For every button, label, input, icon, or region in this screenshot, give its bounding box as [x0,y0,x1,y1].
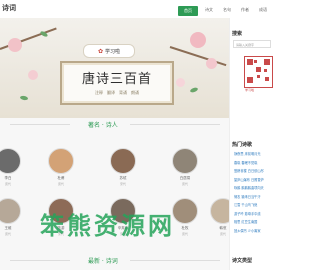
poet-card[interactable]: 苏轼 宋代 [105,148,141,186]
blossom-decoration [190,32,206,48]
banner-tag: 翻译 [107,90,115,95]
top-navbar: 诗词 首页 诗文 名句 作者 成语 [0,0,273,19]
banner-tags: 注释 翻译 背诵 朗诵 [62,90,172,96]
qr-code [244,56,273,88]
hot-poem-link[interactable]: 静夜思 床前明月光 [234,151,274,156]
search-heading: 搜索 [232,31,243,37]
blossom-decoration [8,38,22,52]
qr-label: 学习啦 [245,88,255,92]
nav-home[interactable]: 首页 [178,6,198,16]
divider [130,124,220,125]
avatar [0,198,21,224]
banner-tag: 朗诵 [131,90,139,95]
banner-title: 唐诗三百首 [81,72,152,87]
poet-name: 白居易 [179,176,191,180]
poet-name: 王维 [4,226,12,230]
nav-idioms[interactable]: 成语 [256,6,270,16]
poet-dynasty: 唐代 [181,182,188,186]
poet-card[interactable]: 李白 唐代 [0,148,26,186]
nav-poems[interactable]: 诗文 [202,6,216,16]
poet-name: 苏轼 [119,176,127,180]
flower-icon: ✿ [97,47,103,55]
hot-poem-link[interactable]: 相思 红豆生南国 [234,219,274,224]
hot-poem-link[interactable]: 江雪 千山鸟飞绝 [234,202,274,207]
poet-card[interactable]: 王维 唐代 [0,198,26,236]
watermark-text: 笨熊资源网 [40,212,175,240]
hot-poems-heading: 热门诗歌 [232,142,253,148]
hot-poem-link[interactable]: 悯农 锄禾日当午汗 [234,194,274,199]
hot-poem-link[interactable]: 登鹳雀楼 白日依山尽 [234,168,274,173]
blossom-decoration [28,70,38,80]
avatar [110,148,136,174]
avatar [172,198,198,224]
poet-name: 李白 [4,176,12,180]
avatar [0,148,21,174]
divider [130,260,220,261]
nav-quotes[interactable]: 名句 [220,6,234,16]
hot-poem-link[interactable]: 回乡偶书 少小离家 [234,228,274,233]
nav-authors[interactable]: 作者 [238,6,252,16]
qr-code-icon [247,59,270,83]
hot-poems-list: 静夜思 床前明月光 春晓 春眠不觉晓 登鹳雀楼 白日依山尽 望庐山瀑布 日照香炉… [234,151,274,236]
banner-tag: 注释 [95,90,103,95]
branch-decoration [169,46,227,67]
avatar [172,148,198,174]
hot-poem-link[interactable]: 咏鹅 鹅鹅鹅曲项向天 [234,185,274,190]
latest-section-title: 最新 · 诗词 [88,258,118,265]
poet-card[interactable]: 白居易 唐代 [167,148,203,186]
avatar [48,148,74,174]
search-input[interactable]: 请输入关键字 [233,40,271,48]
divider [10,124,70,125]
poet-dynasty: 唐代 [4,232,11,236]
hot-poem-link[interactable]: 春晓 春眠不觉晓 [234,160,274,165]
banner-title-card: 唐诗三百首 注释 翻译 背诵 朗诵 [60,61,174,105]
blossom-decoration [206,58,217,69]
poets-section-title: 著名 · 诗人 [88,122,118,129]
poet-dynasty: 唐代 [4,182,11,186]
brand-pill: ✿ 学习啦 [83,44,135,58]
site-logo[interactable]: 诗词 [2,3,16,13]
hot-poem-link[interactable]: 望庐山瀑布 日照香炉 [234,177,274,182]
brand-label: 学习啦 [105,48,121,55]
poet-name: 杜甫 [57,176,65,180]
leaf-decoration [19,95,29,101]
hero-banner[interactable]: ✿ 学习啦 唐诗三百首 注释 翻译 背诵 朗诵 [0,18,229,118]
poet-card[interactable]: 杜甫 唐代 [43,148,79,186]
blossom-decoration [176,78,185,87]
poet-dynasty: 宋代 [119,182,126,186]
poem-types-heading: 诗文类型 [232,258,253,264]
poet-dynasty: 唐代 [57,182,64,186]
banner-tag: 背诵 [119,90,127,95]
main-nav: 首页 诗文 名句 作者 成语 [178,6,270,16]
divider [10,260,70,261]
hot-poem-link[interactable]: 游子吟 慈母手中线 [234,211,274,216]
leaf-decoration [189,86,199,94]
